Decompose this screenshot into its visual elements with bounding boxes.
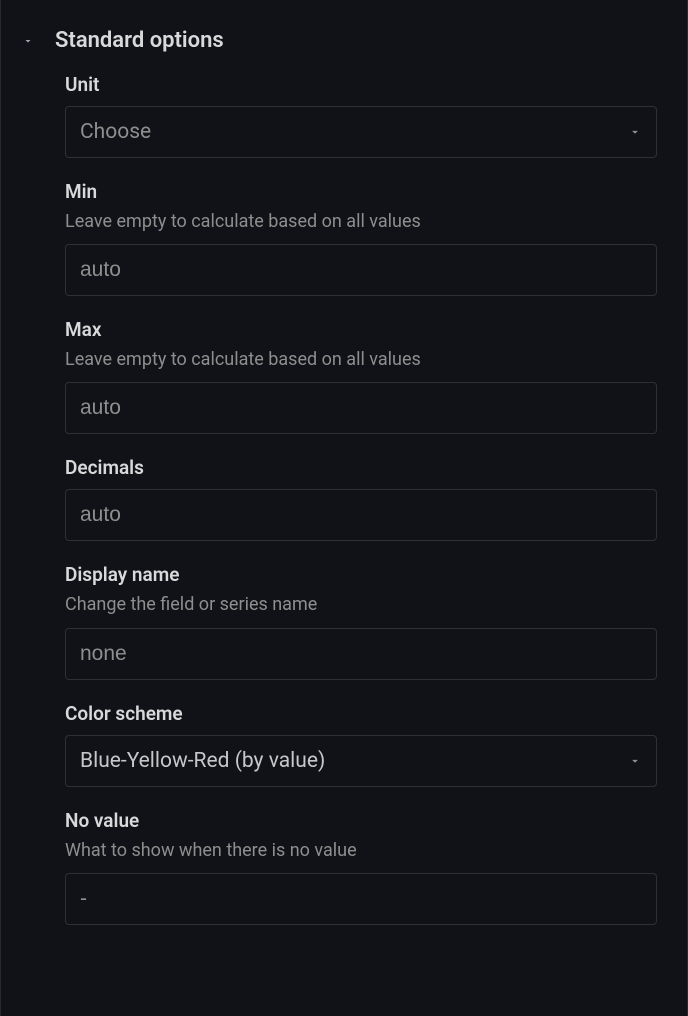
min-description: Leave empty to calculate based on all va…: [65, 209, 657, 234]
fields-container: Unit Choose Min Leave empty to calculate…: [21, 73, 667, 925]
min-label: Min: [65, 180, 657, 203]
field-min: Min Leave empty to calculate based on al…: [65, 180, 657, 296]
field-no-value: No value What to show when there is no v…: [65, 809, 657, 925]
color-scheme-label: Color scheme: [65, 702, 657, 725]
unit-select-placeholder: Choose: [80, 120, 151, 144]
chevron-down-icon: [21, 34, 35, 48]
field-decimals: Decimals: [65, 456, 657, 541]
max-description: Leave empty to calculate based on all va…: [65, 347, 657, 372]
min-input[interactable]: [65, 244, 657, 296]
decimals-input[interactable]: [65, 489, 657, 541]
field-max: Max Leave empty to calculate based on al…: [65, 318, 657, 434]
no-value-input[interactable]: [65, 873, 657, 925]
chevron-down-icon: [628, 754, 642, 768]
section-header-standard-options[interactable]: Standard options: [21, 0, 667, 73]
no-value-label: No value: [65, 809, 657, 832]
unit-select[interactable]: Choose: [65, 106, 657, 158]
chevron-down-icon: [628, 125, 642, 139]
section-title: Standard options: [55, 28, 224, 53]
no-value-description: What to show when there is no value: [65, 838, 657, 863]
options-panel: Standard options Unit Choose Min Leave e…: [0, 0, 688, 1016]
display-name-label: Display name: [65, 563, 657, 586]
color-scheme-value: Blue-Yellow-Red (by value): [80, 749, 325, 773]
color-scheme-select[interactable]: Blue-Yellow-Red (by value): [65, 735, 657, 787]
max-input[interactable]: [65, 382, 657, 434]
display-name-description: Change the field or series name: [65, 592, 657, 617]
display-name-input[interactable]: [65, 628, 657, 680]
max-label: Max: [65, 318, 657, 341]
unit-label: Unit: [65, 73, 657, 96]
field-color-scheme: Color scheme Blue-Yellow-Red (by value): [65, 702, 657, 787]
field-display-name: Display name Change the field or series …: [65, 563, 657, 679]
field-unit: Unit Choose: [65, 73, 657, 158]
decimals-label: Decimals: [65, 456, 657, 479]
